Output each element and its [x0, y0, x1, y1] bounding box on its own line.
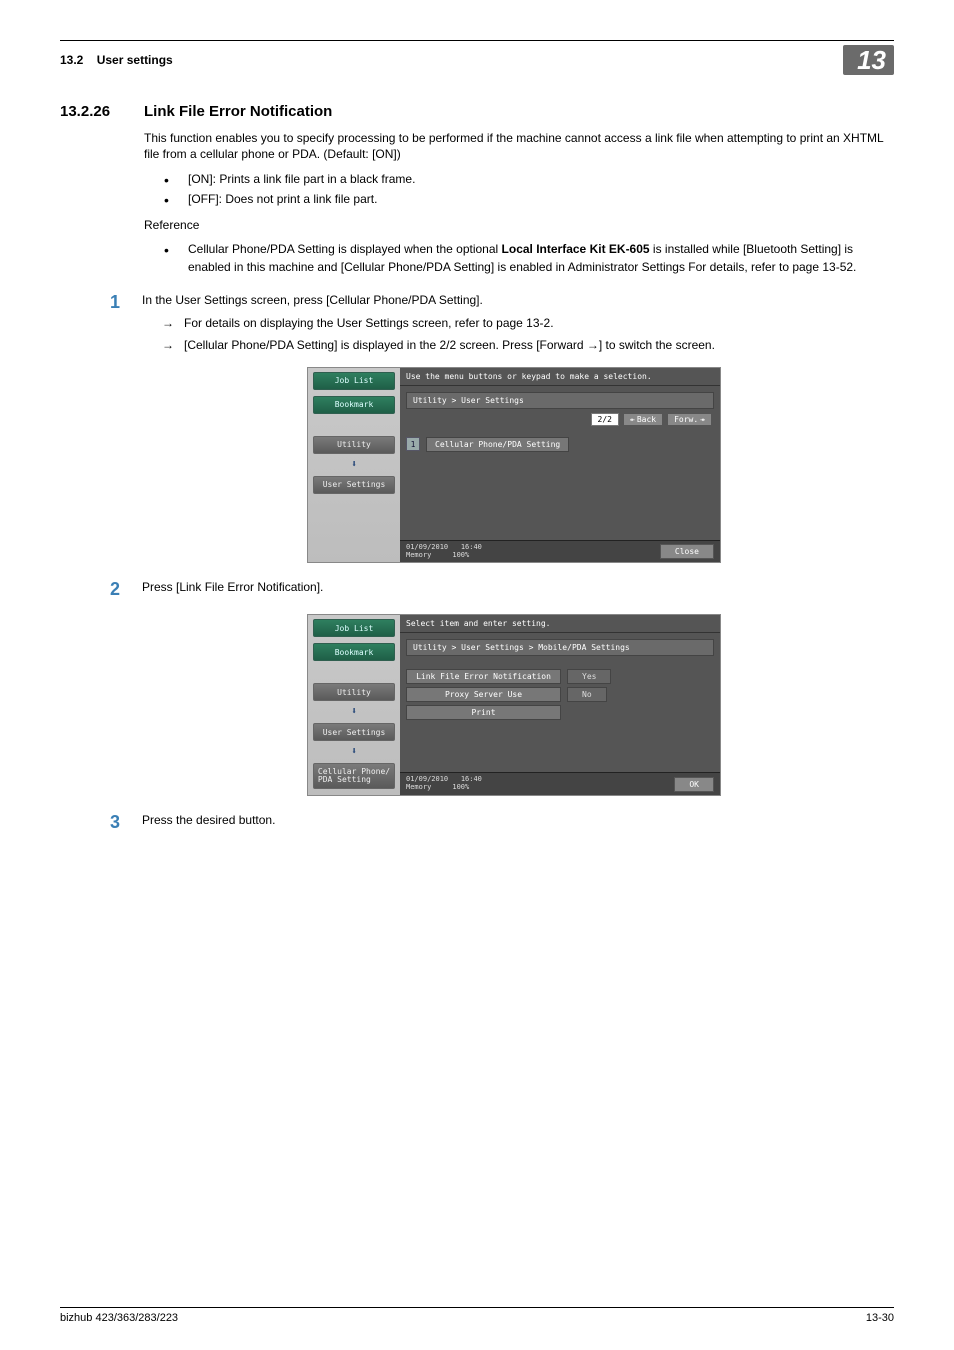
down-arrow-icon: ⬇ [351, 747, 357, 757]
bookmark-tab[interactable]: Bookmark [313, 643, 395, 661]
utility-tab[interactable]: Utility [313, 436, 395, 454]
step-number: 3 [100, 812, 120, 833]
down-arrow-icon: ⬇ [351, 707, 357, 717]
step-text: Press the desired button. [142, 812, 884, 828]
arrow-icon: → [162, 315, 174, 331]
setting-value: No [567, 687, 607, 702]
job-list-tab[interactable]: Job List [313, 372, 395, 390]
section-title: Link File Error Notification [144, 103, 332, 120]
step: 1 In the User Settings screen, press [Ce… [144, 292, 884, 353]
step: 2 Press [Link File Error Notification]. [144, 579, 884, 600]
chapter-number-badge: 13 [843, 45, 894, 75]
option-item: [ON]: Prints a link file part in a black… [144, 170, 884, 188]
device-screenshot-2: Job List Bookmark Utility ⬇ User Setting… [307, 614, 721, 795]
breadcrumb: Utility > User Settings [406, 392, 714, 409]
close-button[interactable]: Close [660, 544, 714, 559]
page-header: 13.2 User settings 13 [60, 45, 894, 75]
ok-button[interactable]: OK [674, 777, 714, 792]
arrow-icon: → [162, 337, 174, 353]
option-item: [OFF]: Does not print a link file part. [144, 190, 884, 208]
footer-page: 13-30 [866, 1312, 894, 1324]
section-number: 13.2.26 [60, 103, 130, 120]
setting-value: Yes [567, 669, 611, 684]
intro-paragraph: This function enables you to specify pro… [144, 130, 884, 162]
forward-button[interactable]: Forw.↠ [667, 413, 712, 426]
step-text: Press [Link File Error Notification]. [142, 579, 884, 595]
reference-list: Cellular Phone/PDA Setting is displayed … [144, 240, 884, 276]
cellular-phone-pda-setting-button[interactable]: Cellular Phone/PDA Setting [426, 437, 569, 452]
status-datetime: 01/09/2010 16:40 Memory 100% [406, 776, 482, 791]
header-section-ref: 13.2 [60, 53, 83, 67]
option-list: [ON]: Prints a link file part in a black… [144, 170, 884, 208]
status-datetime: 01/09/2010 16:40 Memory 100% [406, 544, 482, 559]
option-index: 1 [406, 437, 420, 451]
job-list-tab[interactable]: Job List [313, 619, 395, 637]
arrow-right-icon: ↠ [700, 415, 705, 424]
instruction-bar: Use the menu buttons or keypad to make a… [400, 368, 720, 386]
step: 3 Press the desired button. [144, 812, 884, 833]
step-number: 2 [100, 579, 120, 600]
bookmark-tab[interactable]: Bookmark [313, 396, 395, 414]
down-arrow-icon: ⬇ [351, 460, 357, 470]
user-settings-tab[interactable]: User Settings [313, 723, 395, 741]
instruction-bar: Select item and enter setting. [400, 615, 720, 633]
arrow-left-icon: ↞ [630, 415, 635, 424]
reference-label: Reference [144, 218, 884, 232]
link-file-error-notification-button[interactable]: Link File Error Notification [406, 669, 561, 684]
reference-item: Cellular Phone/PDA Setting is displayed … [144, 240, 884, 276]
user-settings-tab[interactable]: User Settings [313, 476, 395, 494]
header-section-label: User settings [97, 53, 173, 67]
footer-model: bizhub 423/363/283/223 [60, 1312, 178, 1324]
page-indicator: 2/2 [591, 413, 619, 426]
device-screenshot-1: Job List Bookmark Utility ⬇ User Setting… [307, 367, 721, 563]
back-button[interactable]: ↞Back [623, 413, 663, 426]
step-sub: →[Cellular Phone/PDA Setting] is display… [142, 337, 884, 353]
breadcrumb: Utility > User Settings > Mobile/PDA Set… [406, 639, 714, 656]
utility-tab[interactable]: Utility [313, 683, 395, 701]
proxy-server-use-button[interactable]: Proxy Server Use [406, 687, 561, 702]
step-text: In the User Settings screen, press [Cell… [142, 292, 884, 308]
page-footer: bizhub 423/363/283/223 13-30 [60, 1307, 894, 1324]
print-button[interactable]: Print [406, 705, 561, 720]
step-number: 1 [100, 292, 120, 353]
cellular-phone-pda-setting-tab[interactable]: Cellular Phone/ PDA Setting [313, 763, 395, 789]
step-sub: →For details on displaying the User Sett… [142, 315, 884, 331]
